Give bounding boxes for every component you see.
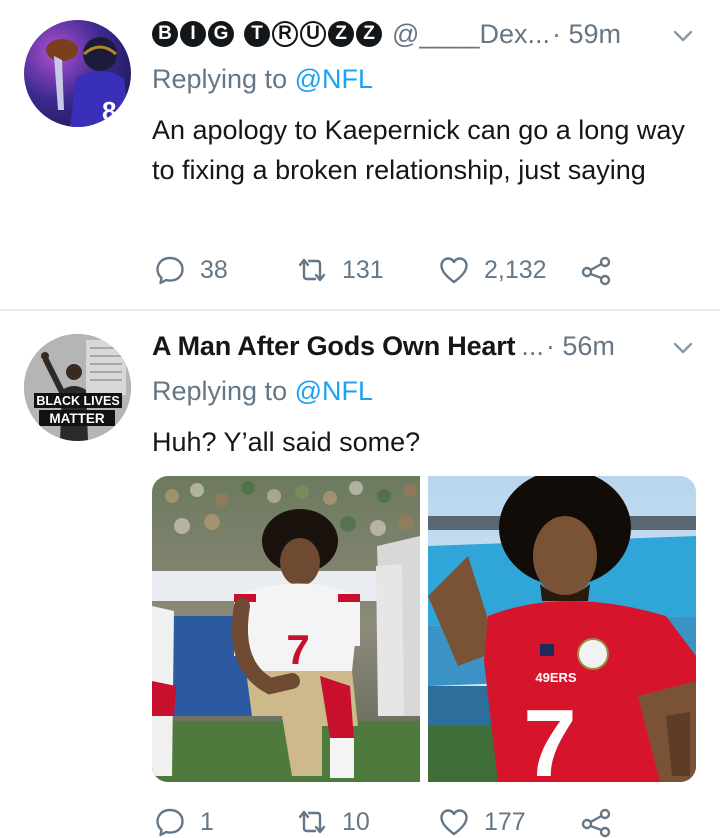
display-name[interactable]: A Man After Gods Own Heart xyxy=(152,331,516,362)
kneeling-player-image: 7 xyxy=(152,476,420,782)
retweet-icon xyxy=(298,810,326,834)
avatar-blm-image: BLACK LIVES MATTER xyxy=(24,334,131,441)
reply-count: 1 xyxy=(200,807,214,836)
avatar[interactable]: BLACK LIVES MATTER xyxy=(24,334,131,441)
tweet-photo-1[interactable]: 7 xyxy=(152,476,420,782)
tweet-header: A Man After Gods Own Heart ... · 56m xyxy=(152,328,615,364)
tweet-actions: 1 10 177 xyxy=(152,806,672,838)
avatar-text-line2: MATTER xyxy=(49,411,104,426)
user-handle[interactable]: ... xyxy=(521,331,544,362)
chevron-down-icon[interactable] xyxy=(672,340,694,356)
tweet-2[interactable]: BLACK LIVES MATTER A Man After Gods Own … xyxy=(0,0,720,838)
jersey-number: 7 xyxy=(286,626,309,673)
player-red-jersey-image: 49ERS 7 xyxy=(428,476,696,782)
jersey-chest-text: 49ERS xyxy=(535,670,577,685)
retweet-count: 10 xyxy=(342,807,370,836)
jersey-number: 7 xyxy=(523,690,576,782)
share-button[interactable] xyxy=(580,806,612,838)
reply-button[interactable]: 1 xyxy=(154,806,214,838)
tweet-text: Huh? Y’all said some? xyxy=(152,427,421,457)
retweet-button[interactable]: 10 xyxy=(296,806,370,838)
like-count: 177 xyxy=(484,807,526,836)
replying-to-prefix: Replying to xyxy=(152,376,295,406)
avatar-text-line1: BLACK LIVES xyxy=(36,394,119,408)
tweet-photo-2[interactable]: 49ERS 7 xyxy=(428,476,696,782)
like-icon xyxy=(440,809,468,836)
replying-to-link[interactable]: @NFL xyxy=(295,376,373,406)
reply-icon xyxy=(156,808,184,837)
share-icon xyxy=(581,808,611,838)
replying-to: Replying to @NFL xyxy=(152,376,373,407)
timestamp[interactable]: · 56m xyxy=(546,331,615,362)
like-button[interactable]: 177 xyxy=(438,806,526,838)
